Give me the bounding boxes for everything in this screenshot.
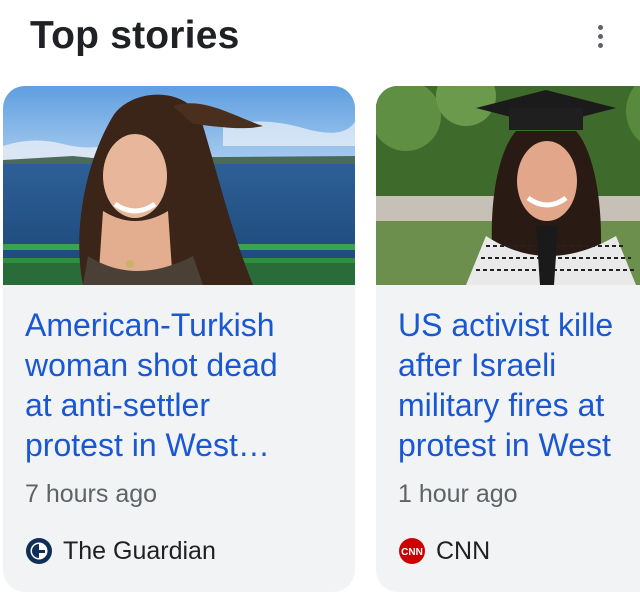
story-timestamp: 1 hour ago [398, 480, 518, 508]
story-timestamp: 7 hours ago [25, 480, 158, 508]
cnn-logo: CNN [399, 538, 425, 564]
stories-carousel[interactable]: American-Turkish woman shot dead at anti… [0, 86, 640, 600]
story-thumbnail[interactable] [3, 86, 355, 285]
story-thumbnail[interactable] [376, 86, 640, 285]
top-stories-header: Top stories [0, 0, 640, 80]
story-card[interactable]: American-Turkish woman shot dead at anti… [3, 86, 355, 592]
guardian-logo [26, 538, 52, 564]
story-headline[interactable]: American-Turkish woman shot dead at anti… [25, 305, 355, 465]
story-headline[interactable]: US activist kille after Israeli military… [398, 305, 640, 465]
source-name: CNN [436, 536, 491, 565]
source-name: The Guardian [63, 536, 216, 565]
more-vert-icon[interactable] [585, 18, 615, 54]
story-source: The Guardian [25, 534, 216, 568]
svg-text:CNN: CNN [401, 547, 423, 558]
story-card[interactable]: US activist kille after Israeli military… [376, 86, 640, 592]
section-title: Top stories [30, 14, 240, 57]
story-source: CNN CNN [398, 534, 490, 568]
